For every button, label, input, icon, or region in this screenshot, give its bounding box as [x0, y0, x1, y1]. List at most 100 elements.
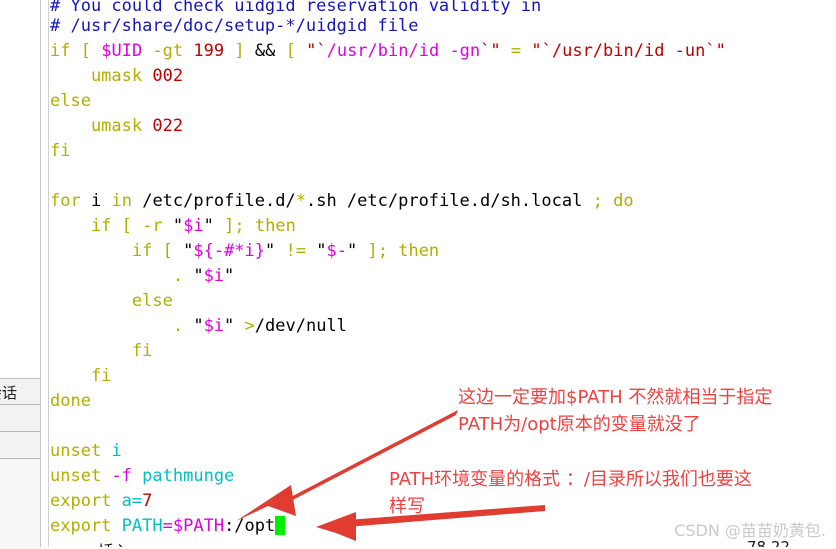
code-token: unset: [50, 466, 102, 486]
left-panel-upper-blank: [0, 0, 40, 378]
code-line[interactable]: else: [50, 289, 173, 314]
code-token: ];: [224, 216, 245, 236]
code-token: -gt: [152, 41, 184, 61]
code-token: [: [162, 241, 173, 261]
code-token: -f: [111, 466, 132, 486]
code-token: /usr/bin/id: [326, 41, 440, 61]
code-token: ": [316, 241, 327, 261]
code-token: ": [224, 266, 235, 286]
code-line[interactable]: if [ -r "$i" ]; then: [50, 214, 296, 239]
code-token: a=: [121, 491, 143, 511]
code-token: export: [50, 491, 112, 511]
code-line[interactable]: export PATH=$PATH:/opt: [50, 514, 286, 539]
code-token: else: [50, 291, 173, 311]
code-token: i: [90, 191, 102, 211]
code-line[interactable]: . "$i": [50, 264, 234, 289]
code-token: &&: [254, 41, 276, 61]
code-line[interactable]: else: [50, 89, 91, 114]
code-line[interactable]: umask 022: [50, 114, 183, 139]
code-line[interactable]: fi: [50, 139, 70, 164]
annotation-path-format: PATH环境变量的格式 ：/目录所以我们也要这 样写: [389, 469, 752, 517]
statusbar-insert-mode: 插入: [98, 538, 130, 547]
code-token: ];: [367, 241, 388, 261]
code-token: ${-#*i}: [193, 241, 266, 261]
code-token: "`/usr/bin/id -un`": [531, 41, 726, 61]
code-token: then: [398, 241, 440, 261]
code-token: ": [193, 266, 204, 286]
annotation-path-warning: 这边一定要加$PATH 不然就相当于指定 PATH为/opt原本的变量就没了: [458, 387, 773, 435]
editor-gutter: [41, 0, 49, 547]
code-token: $i: [203, 316, 225, 336]
code-token: $i: [183, 216, 204, 236]
session-list-item-empty-2[interactable]: [0, 432, 40, 459]
code-token: export: [50, 516, 112, 536]
code-editor[interactable]: # You could check uidgid reservation val…: [50, 0, 836, 547]
code-line[interactable]: fi: [50, 339, 152, 364]
code-token: /etc/profile.d/: [142, 191, 296, 211]
code-token: ": [265, 241, 276, 261]
code-line[interactable]: if [ $UID -gt 199 ] && [ "`/usr/bin/id -…: [50, 39, 726, 64]
left-panel-lower-blank: [0, 459, 40, 549]
code-token: $UID: [101, 41, 143, 61]
code-token: ": [172, 216, 184, 236]
code-token: =: [162, 516, 173, 536]
code-line[interactable]: # /usr/share/doc/setup-*/uidgid file: [50, 14, 418, 39]
code-line[interactable]: umask 002: [50, 64, 183, 89]
code-token: ": [203, 216, 214, 236]
code-token: /dev/null: [254, 316, 347, 336]
code-token: ]: [234, 41, 245, 61]
code-token: ;: [592, 191, 603, 211]
left-side-panel[interactable]: 会话: [0, 0, 41, 549]
code-line[interactable]: unset i: [50, 439, 122, 464]
code-line[interactable]: unset -f pathmunge: [50, 464, 234, 489]
code-token: !=: [285, 241, 306, 261]
code-token: .: [50, 316, 184, 336]
session-list-item-label: 会话: [0, 384, 18, 402]
code-line[interactable]: if [ "${-#*i}" != "$-" ]; then: [50, 239, 439, 264]
code-token: `": [480, 41, 501, 61]
session-list-item-empty-1[interactable]: [0, 405, 40, 432]
code-token: fi: [50, 366, 112, 386]
code-token: # /usr/share/doc/setup-*/uidgid file: [50, 16, 419, 36]
code-token: unset: [50, 441, 102, 461]
code-line[interactable]: for i in /etc/profile.d/*.sh /etc/profil…: [50, 189, 634, 214]
code-token: *: [295, 191, 306, 211]
session-list-item[interactable]: 会话: [0, 378, 40, 405]
code-token: ": [193, 316, 204, 336]
code-line[interactable]: fi: [50, 364, 111, 389]
code-token: [: [80, 41, 91, 61]
code-line[interactable]: export a=7: [50, 489, 152, 514]
code-line[interactable]: . "$i" >/dev/null: [50, 314, 347, 339]
code-token: :/opt: [224, 516, 276, 536]
code-token: [: [285, 41, 296, 61]
code-token: fi: [50, 341, 153, 361]
code-token: ": [346, 241, 358, 261]
code-token: fi: [50, 141, 71, 161]
code-token: $PATH: [172, 516, 225, 536]
code-line[interactable]: done: [50, 389, 91, 414]
code-token: 002: [152, 66, 184, 86]
code-token: 7: [142, 491, 153, 511]
